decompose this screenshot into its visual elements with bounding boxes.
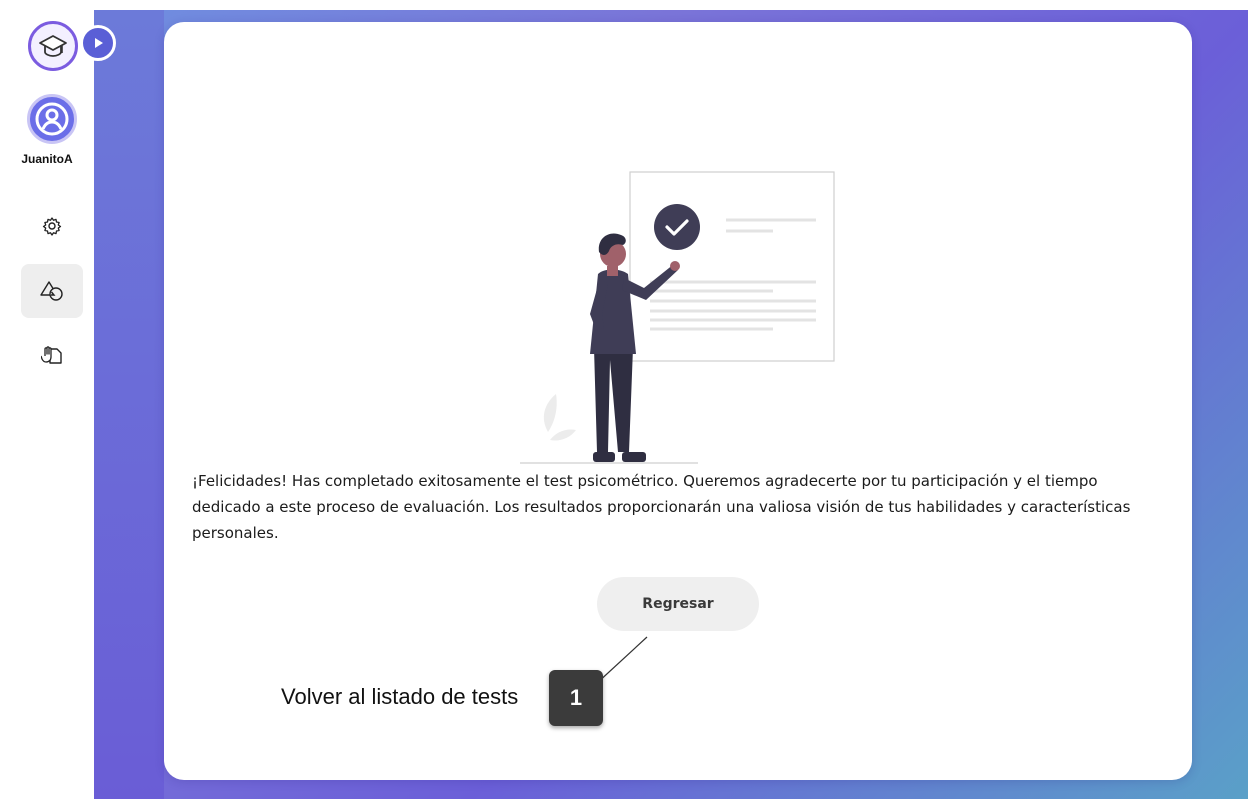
sidebar: JuanitoA [0,0,116,799]
shapes-icon [40,281,63,301]
gear-icon [42,217,62,236]
avatar[interactable] [27,94,77,144]
back-button[interactable]: Regresar [597,577,759,631]
username: JuanitoA [21,152,73,166]
sidebar-item-tests[interactable] [21,264,83,318]
background-edge [94,10,164,799]
graduation-cap-logo-icon[interactable] [28,21,78,71]
result-card: ¡Felicidades! Has completado exitosament… [164,22,1192,780]
expand-sidebar-button[interactable] [80,25,116,61]
play-icon [95,38,103,48]
sidebar-item-settings[interactable] [21,199,83,253]
hand-document-icon [41,346,62,364]
sidebar-item-cases[interactable] [21,328,83,382]
callout-number-badge: 1 [549,670,603,726]
completed-test-illustration [520,171,835,464]
user-icon [35,102,69,136]
completion-message: ¡Felicidades! Has completado exitosament… [192,472,1131,542]
callout-label: Volver al listado de tests [281,684,519,709]
